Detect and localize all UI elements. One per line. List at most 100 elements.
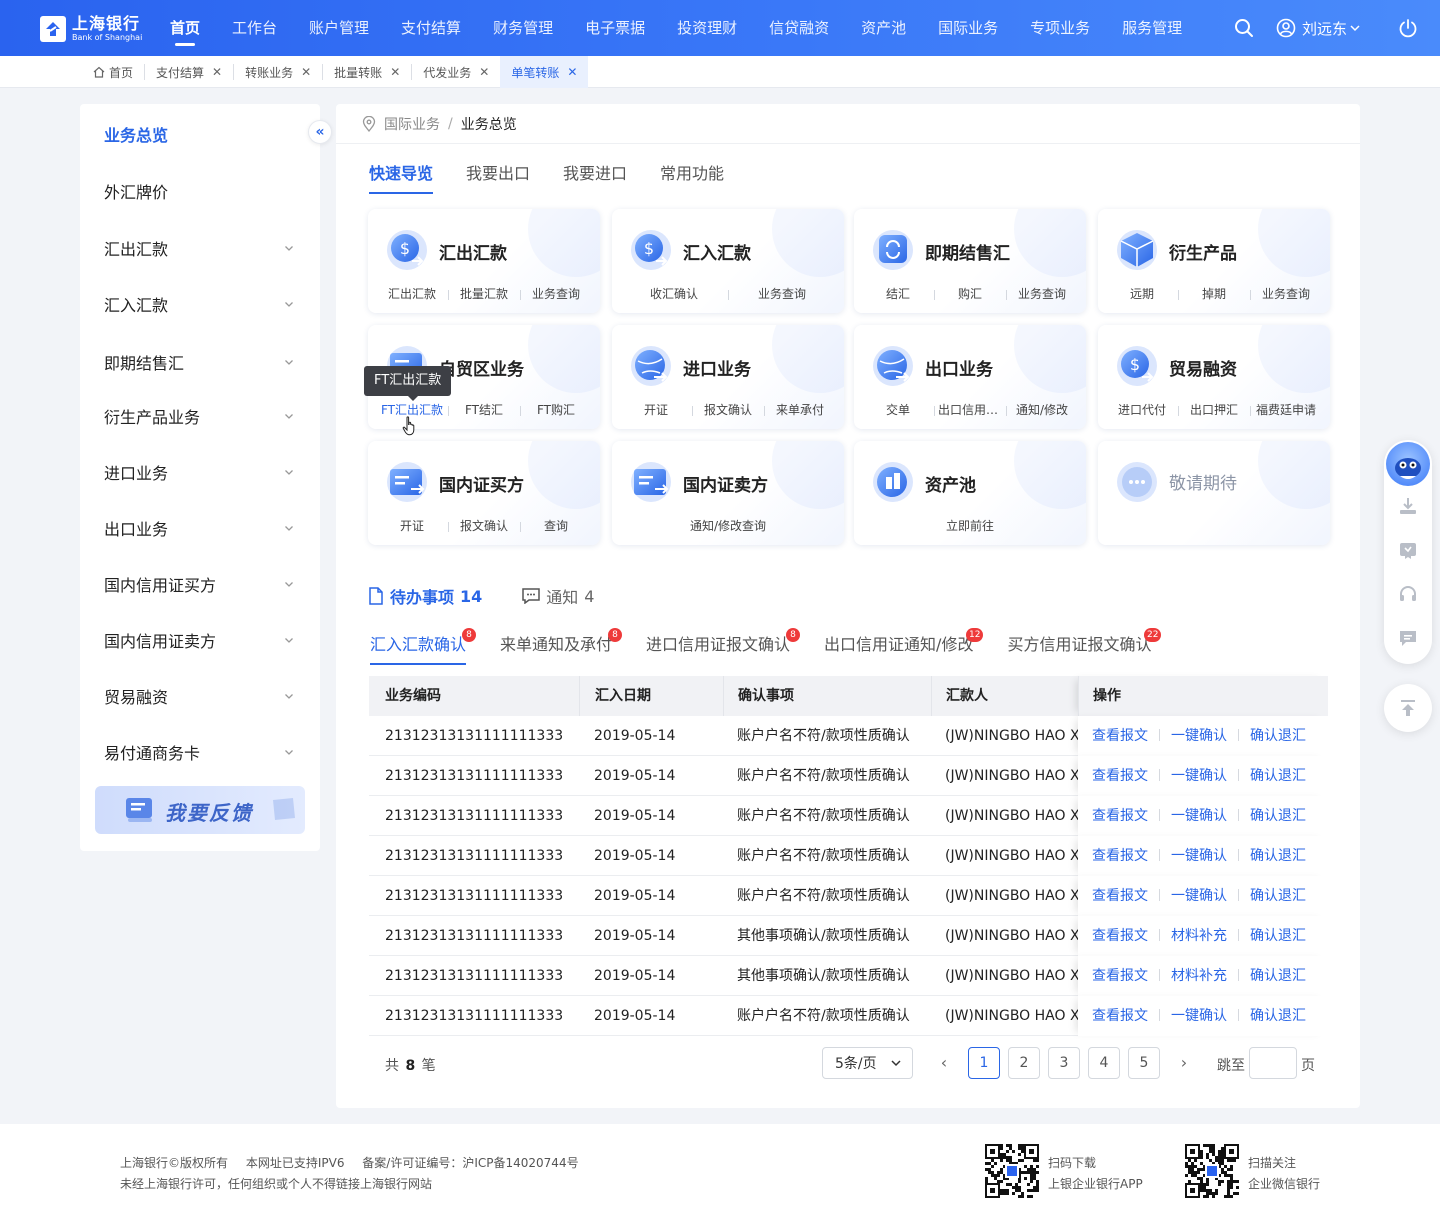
- sidebar-item-7[interactable]: 出口业务: [104, 516, 294, 540]
- jump-page-input[interactable]: [1249, 1047, 1297, 1079]
- sidebar-item-2[interactable]: 汇出汇款: [104, 236, 294, 260]
- sidebar-item-8[interactable]: 国内信用证买方: [104, 572, 294, 596]
- service-card-8[interactable]: 国内证买方 开证 报文确认 查询: [368, 441, 600, 545]
- card-link[interactable]: 进口代付: [1106, 401, 1178, 418]
- service-card-5[interactable]: 进口业务 开证 报文确认 来单承付: [612, 325, 844, 429]
- nav-item-6[interactable]: 投资理财: [661, 0, 753, 56]
- todo-sub-tab-0[interactable]: 汇入汇款确认 8: [370, 628, 477, 665]
- card-link[interactable]: 来单承付: [764, 401, 836, 418]
- action-link[interactable]: 一键确认: [1171, 848, 1227, 864]
- action-link[interactable]: 查看报文: [1092, 808, 1148, 824]
- page-button-3[interactable]: 3: [1048, 1047, 1080, 1079]
- quick-tab-1[interactable]: 我要出口: [466, 160, 530, 194]
- action-link[interactable]: 一键确认: [1171, 1008, 1227, 1024]
- action-link[interactable]: 查看报文: [1092, 768, 1148, 784]
- action-link[interactable]: 材料补充: [1171, 968, 1227, 984]
- action-link[interactable]: 一键确认: [1171, 768, 1227, 784]
- todo-tab-0[interactable]: 待办事项 14: [368, 584, 482, 608]
- card-title[interactable]: 国内证买方: [439, 471, 524, 496]
- action-link[interactable]: 确认退汇: [1250, 928, 1306, 944]
- card-title[interactable]: 自贸区业务: [439, 355, 524, 380]
- page-button-4[interactable]: 4: [1088, 1047, 1120, 1079]
- assistant-avatar[interactable]: [1386, 442, 1430, 486]
- download-icon[interactable]: [1398, 496, 1418, 516]
- sidebar-item-0[interactable]: 业务总览: [104, 122, 294, 146]
- nav-item-4[interactable]: 财务管理: [477, 0, 569, 56]
- sidebar-item-3[interactable]: 汇入汇款: [104, 292, 294, 316]
- close-icon[interactable]: ✕: [567, 65, 577, 79]
- action-link[interactable]: 查看报文: [1092, 728, 1148, 744]
- close-icon[interactable]: ✕: [212, 65, 222, 79]
- headset-icon[interactable]: [1398, 584, 1418, 604]
- message-icon[interactable]: [1398, 628, 1418, 648]
- action-link[interactable]: 确认退汇: [1250, 888, 1306, 904]
- todo-tab-1[interactable]: 通知 4: [522, 584, 594, 608]
- nav-item-0[interactable]: 首页: [154, 0, 216, 56]
- todo-sub-tab-3[interactable]: 出口信用证通知/修改 12: [824, 628, 984, 665]
- page-button-5[interactable]: 5: [1128, 1047, 1160, 1079]
- action-link[interactable]: 确认退汇: [1250, 768, 1306, 784]
- action-link[interactable]: 查看报文: [1092, 848, 1148, 864]
- nav-item-9[interactable]: 国际业务: [922, 0, 1014, 56]
- card-link[interactable]: 通知/修改查询: [620, 517, 836, 534]
- action-link[interactable]: 查看报文: [1092, 928, 1148, 944]
- page-button-1[interactable]: 1: [968, 1047, 1000, 1079]
- card-link[interactable]: 业务查询: [1006, 285, 1078, 302]
- action-link[interactable]: 确认退汇: [1250, 968, 1306, 984]
- card-title[interactable]: 出口业务: [925, 355, 993, 380]
- service-card-3[interactable]: 衍生产品 远期 掉期 业务查询: [1098, 209, 1330, 313]
- nav-item-10[interactable]: 专项业务: [1014, 0, 1106, 56]
- card-link[interactable]: 出口押汇: [1178, 401, 1250, 418]
- card-link[interactable]: 通知/修改: [1006, 401, 1078, 418]
- card-link[interactable]: 批量汇款: [448, 285, 520, 302]
- quick-tab-2[interactable]: 我要进口: [563, 160, 627, 194]
- page-button-2[interactable]: 2: [1008, 1047, 1040, 1079]
- breadcrumb-parent[interactable]: 国际业务: [384, 114, 440, 134]
- card-link[interactable]: 结汇: [862, 285, 934, 302]
- sidebar-item-11[interactable]: 易付通商务卡: [104, 740, 294, 764]
- footer-icp[interactable]: 备案/许可证编号：沪ICP备14020744号: [362, 1156, 578, 1170]
- action-link[interactable]: 一键确认: [1171, 808, 1227, 824]
- card-link[interactable]: 开证: [376, 517, 448, 534]
- action-link[interactable]: 一键确认: [1171, 728, 1227, 744]
- service-card-7[interactable]: $ 贸易融资 进口代付 出口押汇 福费廷申请: [1098, 325, 1330, 429]
- sidebar-collapse-button[interactable]: «: [308, 120, 332, 144]
- card-link[interactable]: 掉期: [1178, 285, 1250, 302]
- sidebar-item-9[interactable]: 国内信用证卖方: [104, 628, 294, 652]
- action-link[interactable]: 一键确认: [1171, 888, 1227, 904]
- sidebar-item-6[interactable]: 进口业务: [104, 460, 294, 484]
- nav-item-7[interactable]: 信贷融资: [753, 0, 845, 56]
- card-title[interactable]: 衍生产品: [1169, 239, 1237, 264]
- card-link[interactable]: FT购汇: [520, 401, 592, 418]
- sidebar-item-10[interactable]: 贸易融资: [104, 684, 294, 708]
- nav-item-11[interactable]: 服务管理: [1106, 0, 1198, 56]
- page-tab-0[interactable]: 首页: [82, 64, 144, 80]
- card-title[interactable]: 汇出汇款: [439, 239, 507, 264]
- service-card-2[interactable]: 即期结售汇 结汇 购汇 业务查询: [854, 209, 1086, 313]
- card-link[interactable]: 报文确认: [692, 401, 764, 418]
- nav-item-5[interactable]: 电子票据: [569, 0, 661, 56]
- page-tab-1[interactable]: 支付结算 ✕: [144, 64, 233, 80]
- sidebar-item-4[interactable]: 即期结售汇: [104, 350, 294, 374]
- user-menu[interactable]: 刘远东: [1276, 18, 1360, 39]
- service-card-6[interactable]: 出口业务交单出口信用证通知通知/修改: [854, 325, 1086, 429]
- back-to-top-button[interactable]: [1384, 684, 1432, 732]
- card-title[interactable]: 资产池: [925, 471, 976, 496]
- card-title[interactable]: 贸易融资: [1169, 355, 1237, 380]
- quick-tab-3[interactable]: 常用功能: [660, 160, 724, 194]
- power-logout-icon[interactable]: [1398, 18, 1418, 38]
- action-link[interactable]: 查看报文: [1092, 968, 1148, 984]
- nav-item-8[interactable]: 资产池: [845, 0, 922, 56]
- service-card-0[interactable]: $ 汇出汇款 汇出汇款 批量汇款 业务查询: [368, 209, 600, 313]
- service-card-9[interactable]: 国内证卖方 通知/修改查询: [612, 441, 844, 545]
- card-link[interactable]: 出口信用证通知: [934, 401, 1006, 418]
- nav-item-3[interactable]: 支付结算: [385, 0, 477, 56]
- close-icon[interactable]: ✕: [301, 65, 311, 79]
- feedback-button[interactable]: 我要反馈: [95, 786, 305, 834]
- bank-logo[interactable]: 上海银行 Bank of Shanghai: [40, 15, 142, 43]
- action-link[interactable]: 确认退汇: [1250, 808, 1306, 824]
- card-link[interactable]: 远期: [1106, 285, 1178, 302]
- nav-item-2[interactable]: 账户管理: [293, 0, 385, 56]
- card-link[interactable]: 交单: [862, 401, 934, 418]
- sidebar-item-1[interactable]: 外汇牌价: [104, 179, 294, 203]
